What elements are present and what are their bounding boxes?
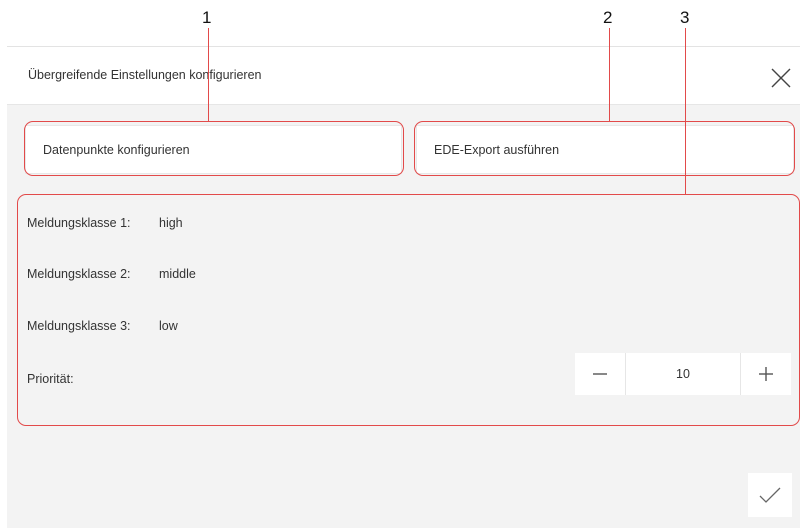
- callout-outline-3: [17, 194, 800, 426]
- confirm-button[interactable]: [748, 473, 792, 517]
- close-icon: [771, 68, 791, 88]
- callout-outline-2: [414, 121, 795, 176]
- close-button[interactable]: [770, 67, 792, 89]
- callout-leader-3: [685, 28, 686, 195]
- checkmark-icon: [759, 487, 781, 503]
- callout-number-1: 1: [202, 8, 212, 27]
- dialog-title: Übergreifende Einstellungen konfiguriere…: [28, 68, 262, 82]
- callout-number-3: 3: [680, 8, 690, 27]
- callout-leader-2: [609, 28, 610, 122]
- callout-outline-1: [24, 121, 404, 176]
- callout-leader-1: [208, 28, 209, 122]
- dialog-header: Übergreifende Einstellungen konfiguriere…: [7, 47, 800, 105]
- callout-number-2: 2: [603, 8, 613, 27]
